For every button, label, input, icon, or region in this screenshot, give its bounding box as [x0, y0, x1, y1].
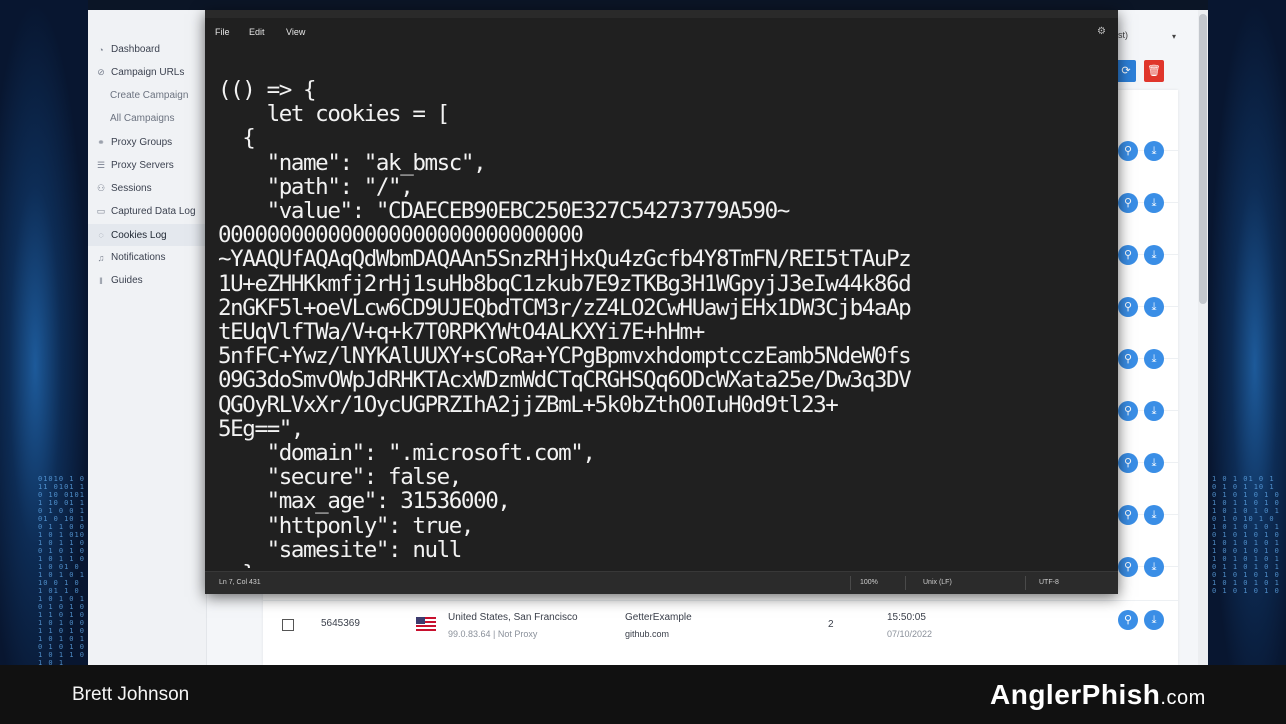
status-divider	[1025, 576, 1026, 590]
binary-pattern: 1 0 1 01 0 1 0 1 0 1 10 1 0 1 0 1 0 1 0 …	[1212, 475, 1280, 595]
server-icon: ☰	[96, 160, 106, 170]
sessions-icon: ⚇	[96, 183, 106, 193]
view-button[interactable]: ⚲	[1118, 505, 1138, 525]
status-divider	[905, 576, 906, 590]
view-button[interactable]: ⚲	[1118, 349, 1138, 369]
code-text-area[interactable]: (() => { let cookies = [ { "name": "ak_b…	[218, 78, 1113, 568]
row-ip: 99.0.83.64 | Not Proxy	[448, 629, 538, 639]
line-ending: Unix (LF)	[923, 579, 952, 586]
proxy-groups-icon: ⚭	[97, 137, 105, 147]
table-row: 5645369 United States, San Francisco 99.…	[263, 605, 1178, 665]
download-button[interactable]: ⤓	[1144, 141, 1164, 161]
video-caption-bar: Brett Johnson AnglerPhish.com	[0, 665, 1286, 724]
row-location: United States, San Francisco	[448, 612, 578, 623]
download-button[interactable]: ⤓	[1144, 245, 1164, 265]
sidebar-item-notifications[interactable]: ♫ Notifications	[96, 252, 166, 263]
view-button[interactable]: ⚲	[1118, 610, 1138, 630]
status-divider	[850, 576, 851, 590]
sidebar-item-dashboard[interactable]: ◔ Dashboard	[96, 44, 160, 55]
background-left: 01010 1 0 11 0101 1 0 10 0101 1 10 01 1 …	[0, 0, 88, 665]
sidebar-item-guides[interactable]: ǁ Guides	[96, 275, 143, 286]
view-button[interactable]: ⚲	[1118, 557, 1138, 577]
download-button[interactable]: ⤓	[1144, 557, 1164, 577]
cursor-position: Ln 7, Col 431	[219, 579, 261, 586]
view-button[interactable]: ⚲	[1118, 141, 1138, 161]
bell-icon: ♫	[97, 252, 105, 263]
view-button[interactable]: ⚲	[1118, 401, 1138, 421]
download-button[interactable]: ⤓	[1144, 610, 1164, 630]
presenter-name: Brett Johnson	[72, 684, 190, 705]
encoding: UTF-8	[1039, 579, 1059, 586]
sidebar-item-all-campaigns[interactable]: All Campaigns	[110, 113, 174, 124]
menu-view[interactable]: View	[286, 27, 305, 37]
page-scrollbar[interactable]	[1198, 10, 1208, 665]
download-button[interactable]: ⤓	[1144, 453, 1164, 473]
row-domain: github.com	[625, 629, 670, 639]
captured-data-icon: ▭	[96, 206, 106, 216]
row-campaign: GetterExample	[625, 612, 692, 623]
download-button[interactable]: ⤓	[1144, 505, 1164, 525]
sort-select[interactable]: st) ▾	[1118, 30, 1178, 48]
sidebar-item-captured-data-log[interactable]: ▭ Captured Data Log	[96, 206, 196, 217]
row-count: 2	[828, 619, 834, 630]
sidebar-item-create-campaign[interactable]: Create Campaign	[110, 90, 188, 101]
zoom-level: 100%	[860, 579, 878, 586]
view-button[interactable]: ⚲	[1118, 297, 1138, 317]
guides-icon: ǁ	[99, 275, 103, 286]
binary-pattern: 01010 1 0 11 0101 1 0 10 0101 1 10 01 1 …	[38, 475, 85, 665]
download-button[interactable]: ⤓	[1144, 297, 1164, 317]
row-divider	[263, 600, 1178, 601]
view-button[interactable]: ⚲	[1118, 453, 1138, 473]
delete-button[interactable]: 🗑	[1144, 60, 1164, 82]
link-icon: ⊘	[97, 67, 105, 77]
background-right: 1 0 1 01 0 1 0 1 0 1 10 1 0 1 0 1 0 1 0 …	[1208, 0, 1286, 665]
download-button[interactable]: ⤓	[1144, 193, 1164, 213]
notepad-window: File Edit View ⚙ (() => { let cookies = …	[205, 10, 1118, 594]
sidebar-item-proxy-groups[interactable]: ⚭ Proxy Groups	[96, 137, 172, 148]
sidebar-item-campaign-urls[interactable]: ⊘ Campaign URLs	[96, 67, 184, 78]
cookie-icon: ◌	[98, 230, 104, 240]
us-flag-icon	[416, 617, 436, 631]
download-button[interactable]: ⤓	[1144, 401, 1164, 421]
refresh-button[interactable]: ⟳	[1116, 60, 1136, 82]
menu-bar: File Edit View ⚙	[205, 18, 1118, 46]
scrollbar-thumb[interactable]	[1199, 14, 1207, 304]
sidebar-item-cookies-log[interactable]: ◌ Cookies Log	[88, 224, 206, 246]
row-id: 5645369	[321, 618, 360, 629]
view-button[interactable]: ⚲	[1118, 245, 1138, 265]
settings-gear-icon[interactable]: ⚙	[1097, 26, 1106, 37]
window-titlebar	[205, 10, 1118, 18]
row-time: 15:50:05	[887, 612, 926, 623]
sidebar: ◔ Dashboard ⊘ Campaign URLs Create Campaig…	[88, 10, 207, 665]
chevron-down-icon: ▾	[1171, 32, 1176, 41]
status-bar: Ln 7, Col 431 100% Unix (LF) UTF-8	[205, 571, 1118, 594]
row-checkbox[interactable]	[282, 619, 294, 631]
sidebar-item-proxy-servers[interactable]: ☰ Proxy Servers	[96, 160, 174, 171]
row-date: 07/10/2022	[887, 629, 933, 639]
menu-file[interactable]: File	[215, 27, 230, 37]
view-button[interactable]: ⚲	[1118, 193, 1138, 213]
brand-logo: AnglerPhish.com	[990, 679, 1206, 710]
download-button[interactable]: ⤓	[1144, 349, 1164, 369]
sidebar-item-sessions[interactable]: ⚇ Sessions	[96, 183, 152, 194]
dashboard-icon: ◔	[98, 44, 104, 55]
menu-edit[interactable]: Edit	[249, 27, 265, 37]
